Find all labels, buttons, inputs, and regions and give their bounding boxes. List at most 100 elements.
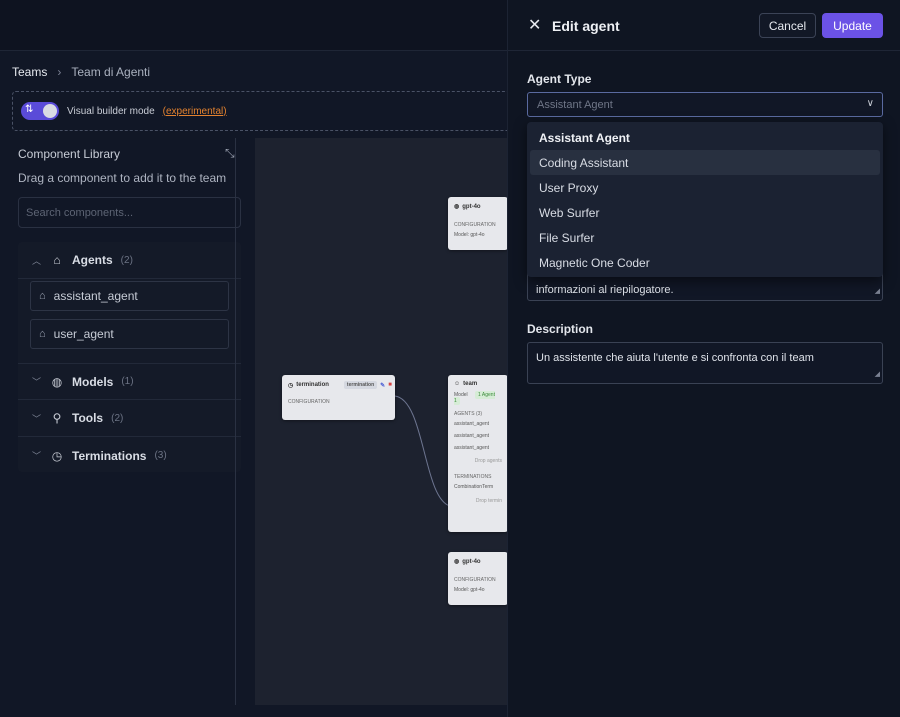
agent-type-dropdown: Assistant Agent Coding Assistant User Pr… [527, 122, 883, 277]
model-icon: ◍ [454, 559, 460, 565]
node-section: AGENTS (3) [454, 411, 483, 417]
agent-type-placeholder: Assistant Agent [537, 99, 613, 111]
node-title: ◷ termination termination ✎ ■ [282, 375, 395, 389]
node-badge: termination [343, 381, 378, 389]
node-agent-item[interactable]: assistant_agent [448, 444, 508, 452]
system-message-text: informazioni al riepilogatore. [536, 284, 674, 296]
node-model-row: Model 1 Agent 1 [448, 391, 508, 405]
library-sections: ︿ ⌂ Agents (2) ⌂ assistant_agent ⌂ user_… [18, 242, 241, 472]
node-team[interactable]: ☺ team Model 1 Agent 1 AGENTS (3) assista… [448, 375, 508, 532]
visual-builder-label: Visual builder mode [67, 105, 155, 117]
chevron-down-icon: ∨ [866, 98, 874, 109]
edit-agent-drawer: ✕ Edit agent Cancel Update Agent Type As… [507, 0, 900, 717]
drawer-title: Edit agent [552, 18, 620, 34]
agent-type-label: Agent Type [527, 72, 592, 86]
breadcrumb: Teams › Team di Agenti [12, 65, 150, 79]
description-text: Un assistente che aiuta l'utente e si co… [536, 352, 814, 364]
timer-icon: ◷ [288, 382, 294, 389]
section-label: Models [72, 374, 114, 389]
close-icon[interactable]: ✕ [528, 15, 541, 35]
agent-type-select[interactable]: Assistant Agent ∨ [527, 92, 883, 117]
top-bar [0, 0, 507, 51]
section-agents[interactable]: ︿ ⌂ Agents (2) [18, 242, 241, 279]
cancel-button[interactable]: Cancel [759, 13, 816, 38]
robot-icon: ⌂ [39, 328, 46, 340]
section-count: (2) [120, 254, 133, 266]
update-button[interactable]: Update [822, 13, 883, 38]
node-drop-agents[interactable]: Drop agents [448, 457, 508, 465]
library-item-label: user_agent [53, 327, 114, 341]
section-count: (3) [154, 450, 167, 461]
breadcrumb-current: Team di Agenti [71, 65, 151, 79]
option-coding-assistant[interactable]: Coding Assistant [530, 150, 880, 175]
edit-icon[interactable]: ✎ [380, 382, 385, 389]
node-title: ◍ gpt-4o [448, 197, 508, 211]
node-model-bottom[interactable]: ◍ gpt-4o CONFIGURATION Model: gpt-4o [448, 552, 508, 605]
section-terminations[interactable]: ﹀ ◷ Terminations (3) [18, 437, 241, 474]
node-termination-item[interactable]: CombinationTerm [448, 483, 508, 491]
node-agent-item[interactable]: assistant_agent [448, 432, 508, 440]
robot-icon: ⌂ [53, 253, 61, 267]
library-item-user-agent[interactable]: ⌂ user_agent [30, 319, 229, 349]
model-icon: ◍ [454, 204, 460, 210]
option-user-proxy[interactable]: User Proxy [530, 175, 880, 200]
library-title: Component Library [18, 147, 121, 161]
node-title-text: gpt-4o [462, 558, 481, 565]
chevron-up-icon: ︿ [32, 255, 42, 266]
node-section: CONFIGURATION [454, 577, 496, 583]
node-section: CONFIGURATION [288, 399, 330, 405]
section-label: Tools [72, 411, 104, 425]
node-agent-item[interactable]: assistant_agent [448, 420, 508, 428]
node-title: ☺ team [448, 375, 508, 387]
collapse-icon[interactable]: ⤡ [225, 146, 235, 161]
section-count: (2) [111, 412, 124, 424]
node-termination[interactable]: ◷ termination termination ✎ ■ CONFIGURAT… [282, 375, 395, 420]
edge-termination-team [394, 395, 451, 507]
option-web-surfer[interactable]: Web Surfer [530, 200, 880, 225]
section-label: Terminations [72, 448, 147, 463]
node-title-text: team [463, 381, 478, 387]
section-count: (1) [121, 376, 134, 387]
node-title-text: gpt-4o [462, 203, 481, 210]
brain-icon: ◍ [51, 374, 63, 389]
chevron-down-icon: ﹀ [32, 451, 42, 461]
sliders-icon: ⇅ [25, 104, 34, 115]
node-line: Model: gpt-4o [454, 232, 485, 238]
visual-builder-toggle[interactable]: ⇅ [21, 102, 59, 120]
chevron-down-icon: ﹀ [32, 377, 42, 387]
option-magnetic-one-coder[interactable]: Magnetic One Coder [530, 250, 880, 275]
resize-handle-icon[interactable]: ◢ [875, 284, 880, 299]
node-model-top[interactable]: ◍ gpt-4o CONFIGURATION Model: gpt-4o [448, 197, 508, 250]
timer-icon: ◷ [51, 448, 63, 463]
node-section: TERMINATIONS [454, 474, 492, 480]
section-tools[interactable]: ﹀ ⚲ Tools (2) [18, 400, 241, 437]
app-root: Teams › Team di Agenti ⇅ Visual builder … [0, 0, 900, 717]
users-icon: ☺ [454, 381, 461, 387]
search-components-input[interactable]: Search components... [18, 197, 241, 228]
node-line: Model: gpt-4o [454, 587, 485, 593]
team-canvas[interactable]: ◍ gpt-4o CONFIGURATION Model: gpt-4o ◷ te… [255, 138, 508, 705]
node-title-text: termination [296, 382, 329, 388]
option-file-surfer[interactable]: File Surfer [530, 225, 880, 250]
description-textarea[interactable]: Un assistente che aiuta l'utente e si co… [527, 342, 883, 384]
visual-builder-bar: ⇅ Visual builder mode (experimental) [12, 91, 512, 131]
wrench-icon: ⚲ [52, 411, 62, 425]
toggle-knob [43, 104, 57, 118]
option-assistant-agent[interactable]: Assistant Agent [530, 125, 880, 150]
library-divider [235, 138, 236, 705]
component-library: Component Library ⤡ Drag a component to … [12, 138, 247, 705]
breadcrumb-teams[interactable]: Teams [12, 65, 47, 79]
library-item-assistant-agent[interactable]: ⌂ assistant_agent [30, 281, 229, 311]
robot-icon: ⌂ [39, 290, 46, 302]
chevron-right-icon: › [57, 65, 62, 79]
node-section: CONFIGURATION [454, 222, 496, 228]
chevron-down-icon: ﹀ [32, 413, 42, 424]
delete-icon[interactable]: ■ [388, 382, 392, 388]
library-item-label: assistant_agent [53, 289, 138, 303]
resize-handle-icon[interactable]: ◢ [875, 367, 880, 382]
node-drop-terminations[interactable]: Drop termin [448, 497, 508, 505]
section-models[interactable]: ﹀ ◍ Models (1) [18, 363, 241, 400]
section-label: Agents [72, 253, 113, 267]
experimental-link[interactable]: (experimental) [163, 106, 227, 117]
description-label: Description [527, 322, 594, 336]
